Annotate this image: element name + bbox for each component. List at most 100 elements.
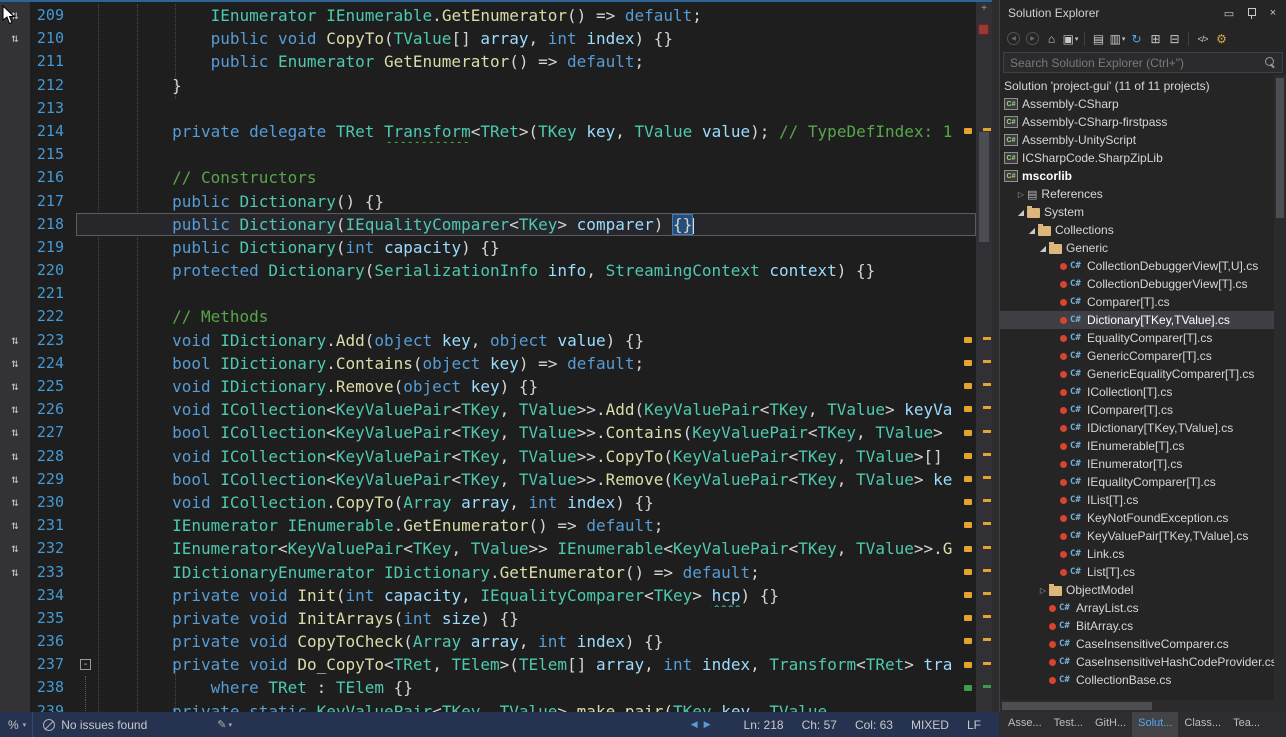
folder-node[interactable]: ◢Generic [1000,239,1274,257]
close-icon[interactable]: × [1266,7,1280,19]
implements-interface-icon[interactable]: ⇅ [0,421,30,444]
expander-icon[interactable]: ◢ [1015,208,1027,217]
line-number[interactable]: 220 [30,259,76,282]
code-line[interactable]: ⇅210 public void CopyTo(TValue[] array, … [0,27,976,50]
line-number[interactable]: 235 [30,607,76,630]
line-number[interactable]: 219 [30,236,76,259]
line-number[interactable]: 216 [30,166,76,189]
switch-views-button[interactable]: ▣▾ [1062,29,1079,49]
auto-hide-pin-icon[interactable] [1245,7,1257,20]
line-number[interactable]: 209 [30,4,76,27]
code-line[interactable]: ⇅224 bool IDictionary.Contains(object ke… [0,352,976,375]
forward-button[interactable]: ▶ [1024,29,1041,49]
implements-interface-icon[interactable]: ⇅ [0,514,30,537]
file-node[interactable]: C#CaseInsensitiveHashCodeProvider.cs [1000,653,1274,671]
file-node[interactable]: C#ArrayList.cs [1000,599,1274,617]
file-node[interactable]: C#GenericEqualityComparer[T].cs [1000,365,1274,383]
code-line[interactable]: ⇅229 bool ICollection<KeyValuePair<TKey,… [0,468,976,491]
file-node[interactable]: C#CaseInsensitiveComparer.cs [1000,635,1274,653]
line-number[interactable]: 228 [30,445,76,468]
code-line[interactable]: 234 private void Init(int capacity, IEqu… [0,584,976,607]
scope-to-button[interactable]: ▤ [1090,29,1107,49]
home-button[interactable]: ⌂ [1043,29,1060,49]
line-number[interactable]: 224 [30,352,76,375]
line-number[interactable]: 213 [30,97,76,120]
line-number[interactable]: 214 [30,120,76,143]
expander-icon[interactable]: ▷ [1037,586,1049,595]
line-number[interactable]: 230 [30,491,76,514]
tool-window-tab[interactable]: Solut... [1132,712,1178,737]
scrollbar-thumb[interactable] [1002,702,1152,710]
collapse-all-button[interactable]: ⊟ [1166,29,1183,49]
line-indicator[interactable]: Ln: 218 [744,718,784,732]
file-node[interactable]: C#IComparer[T].cs [1000,401,1274,419]
implements-interface-icon[interactable]: ⇅ [0,561,30,584]
folder-node[interactable]: ▷ObjectModel [1000,581,1274,599]
code-line[interactable]: 213 [0,97,976,120]
properties-button[interactable]: ⚙ [1213,29,1230,49]
line-number[interactable]: 221 [30,282,76,305]
file-node[interactable]: C#Dictionary[TKey,TValue].cs [1000,311,1274,329]
code-line[interactable]: 219 public Dictionary(int capacity) {} [0,236,976,259]
code-editor[interactable]: ⇅209 IEnumerator IEnumerable.GetEnumerat… [0,0,992,712]
line-number[interactable]: 218 [30,213,76,236]
tool-window-tab[interactable]: GitH... [1089,712,1132,737]
code-line[interactable]: ⇅226 void ICollection<KeyValuePair<TKey,… [0,398,976,421]
line-number[interactable]: 215 [30,143,76,166]
implements-interface-icon[interactable]: ⇅ [0,375,30,398]
editor-vertical-scrollbar[interactable]: + [976,2,992,712]
tree-horizontal-scrollbar[interactable] [1000,700,1274,712]
tool-window-tab[interactable]: Class... [1178,712,1227,737]
file-node[interactable]: C#IList[T].cs [1000,491,1274,509]
line-number[interactable]: 217 [30,190,76,213]
file-node[interactable]: C#CollectionDebuggerView[T].cs [1000,275,1274,293]
references-node[interactable]: ▷▤References [1000,185,1274,203]
file-node[interactable]: C#Link.cs [1000,545,1274,563]
split-grip-icon[interactable]: + [976,3,992,14]
expander-icon[interactable]: ◢ [1026,226,1038,235]
line-number[interactable]: 237 [30,653,76,676]
expander-icon[interactable]: ▷ [1015,190,1027,199]
line-ending-indicator[interactable]: LF [967,718,981,732]
code-line[interactable]: 236 private void CopyToCheck(Array array… [0,630,976,653]
implements-interface-icon[interactable]: ⇅ [0,468,30,491]
project-node[interactable]: C#mscorlib [1000,167,1274,185]
view-code-button[interactable]: </> [1194,29,1211,49]
implements-interface-icon[interactable]: ⇅ [0,537,30,560]
character-indicator[interactable]: Ch: 57 [802,718,837,732]
implements-interface-icon[interactable]: ⇅ [0,352,30,375]
encoding-indicator[interactable]: MIXED [911,718,949,732]
code-line[interactable]: ⇅227 bool ICollection<KeyValuePair<TKey,… [0,421,976,444]
solution-node[interactable]: Solution 'project-gui' (11 of 11 project… [1000,77,1274,95]
tool-window-tab[interactable]: Test... [1048,712,1089,737]
line-number[interactable]: 227 [30,421,76,444]
code-line[interactable]: 238 where TRet : TElem {} [0,676,976,699]
project-node[interactable]: C#Assembly-CSharp [1000,95,1274,113]
line-number[interactable]: 236 [30,630,76,653]
code-line[interactable]: ⇅225 void IDictionary.Remove(object key)… [0,375,976,398]
panel-splitter[interactable] [992,0,999,712]
code-line[interactable]: 212 } [0,74,976,97]
line-number[interactable]: 238 [30,676,76,699]
code-line[interactable]: 215 [0,143,976,166]
code-line[interactable]: 222 // Methods [0,305,976,328]
code-line[interactable]: 214 private delegate TRet Transform<TRet… [0,120,976,143]
line-number[interactable]: 225 [30,375,76,398]
collapse-region-button[interactable]: - [80,659,91,670]
code-line[interactable]: 218 public Dictionary(IEqualityComparer<… [0,213,976,236]
code-line[interactable]: 239 private static KeyValuePair<TKey, TV… [0,700,976,712]
code-line[interactable]: 235 private void InitArrays(int size) {} [0,607,976,630]
file-node[interactable]: C#GenericComparer[T].cs [1000,347,1274,365]
code-line[interactable]: ⇅228 void ICollection<KeyValuePair<TKey,… [0,445,976,468]
expander-icon[interactable]: ◢ [1037,244,1049,253]
file-node[interactable]: C#KeyNotFoundException.cs [1000,509,1274,527]
search-icon[interactable] [1264,57,1276,69]
file-node[interactable]: C#EqualityComparer[T].cs [1000,329,1274,347]
scrollbar-thumb[interactable] [979,132,989,242]
file-node[interactable]: C#BitArray.cs [1000,617,1274,635]
folder-node[interactable]: ◢System [1000,203,1274,221]
code-line[interactable]: 220 protected Dictionary(SerializationIn… [0,259,976,282]
implements-interface-icon[interactable]: ⇅ [0,398,30,421]
code-line[interactable]: 216 // Constructors [0,166,976,189]
file-node[interactable]: C#List[T].cs [1000,563,1274,581]
